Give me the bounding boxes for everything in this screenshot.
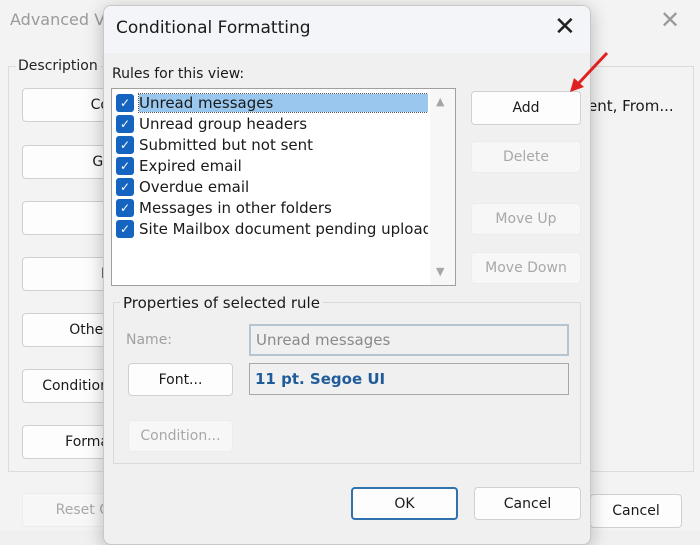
delete-button[interactable]: Delete — [471, 141, 581, 173]
move-down-button[interactable]: Move Down — [471, 252, 581, 284]
checkbox-checked-icon[interactable]: ✓ — [116, 198, 134, 217]
move-up-button[interactable]: Move Up — [471, 203, 581, 235]
scroll-down-icon[interactable]: ▼ — [436, 265, 444, 278]
rule-item[interactable]: ✓ Unread messages — [116, 92, 428, 113]
sort-button[interactable] — [22, 201, 114, 235]
checkbox-checked-icon[interactable]: ✓ — [116, 219, 134, 238]
other-settings-button[interactable]: Other — [22, 313, 114, 347]
background-close-icon[interactable]: ✕ — [660, 6, 680, 34]
checkbox-checked-icon[interactable]: ✓ — [116, 177, 134, 196]
rule-item[interactable]: ✓ Messages in other folders — [116, 197, 428, 218]
reset-current-view-button[interactable]: Reset C — [22, 493, 114, 527]
font-button[interactable]: Font... — [128, 363, 233, 396]
rule-item[interactable]: ✓ Site Mailbox document pending upload — [116, 218, 428, 239]
rule-item[interactable]: ✓ Unread group headers — [116, 113, 428, 134]
rule-item[interactable]: ✓ Overdue email — [116, 176, 428, 197]
background-window-title: Advanced V — [10, 10, 106, 29]
close-icon[interactable]: ✕ — [554, 12, 576, 42]
description-label: Description — [16, 58, 100, 74]
rules-list[interactable]: ✓ Unread messages ✓ Unread group headers ✓… — [111, 88, 456, 286]
checkbox-checked-icon[interactable]: ✓ — [116, 135, 134, 154]
ok-button[interactable]: OK — [351, 487, 458, 520]
name-label: Name: — [126, 332, 173, 348]
checkbox-checked-icon[interactable]: ✓ — [116, 156, 134, 175]
format-columns-button[interactable]: Forma — [22, 425, 114, 459]
group-by-button[interactable]: Gr — [22, 145, 114, 179]
conditional-formatting-dialog: Conditional Formatting ✕ Rules for this … — [103, 5, 591, 545]
dialog-title: Conditional Formatting — [116, 18, 311, 38]
scroll-up-icon[interactable]: ▲ — [436, 95, 444, 108]
rules-label: Rules for this view: — [112, 66, 245, 82]
red-arrow-annotation-icon — [570, 51, 609, 92]
cancel-button[interactable]: Cancel — [474, 487, 581, 520]
conditional-formatting-button[interactable]: Condition — [22, 369, 114, 403]
name-field[interactable]: Unread messages — [249, 324, 569, 356]
columns-button[interactable]: Co — [22, 88, 114, 122]
properties-label: Properties of selected rule — [120, 294, 323, 312]
checkbox-checked-icon[interactable]: ✓ — [116, 93, 134, 112]
scrollbar[interactable]: ▲ ▼ — [430, 89, 455, 285]
rule-item[interactable]: ✓ Expired email — [116, 155, 428, 176]
background-cancel-button[interactable]: Cancel — [590, 494, 682, 528]
font-value-display: 11 pt. Segoe UI — [249, 363, 569, 395]
checkbox-checked-icon[interactable]: ✓ — [116, 114, 134, 133]
rule-item[interactable]: ✓ Submitted but not sent — [116, 134, 428, 155]
filter-button[interactable]: F — [22, 257, 114, 291]
condition-button[interactable]: Condition... — [128, 420, 233, 452]
